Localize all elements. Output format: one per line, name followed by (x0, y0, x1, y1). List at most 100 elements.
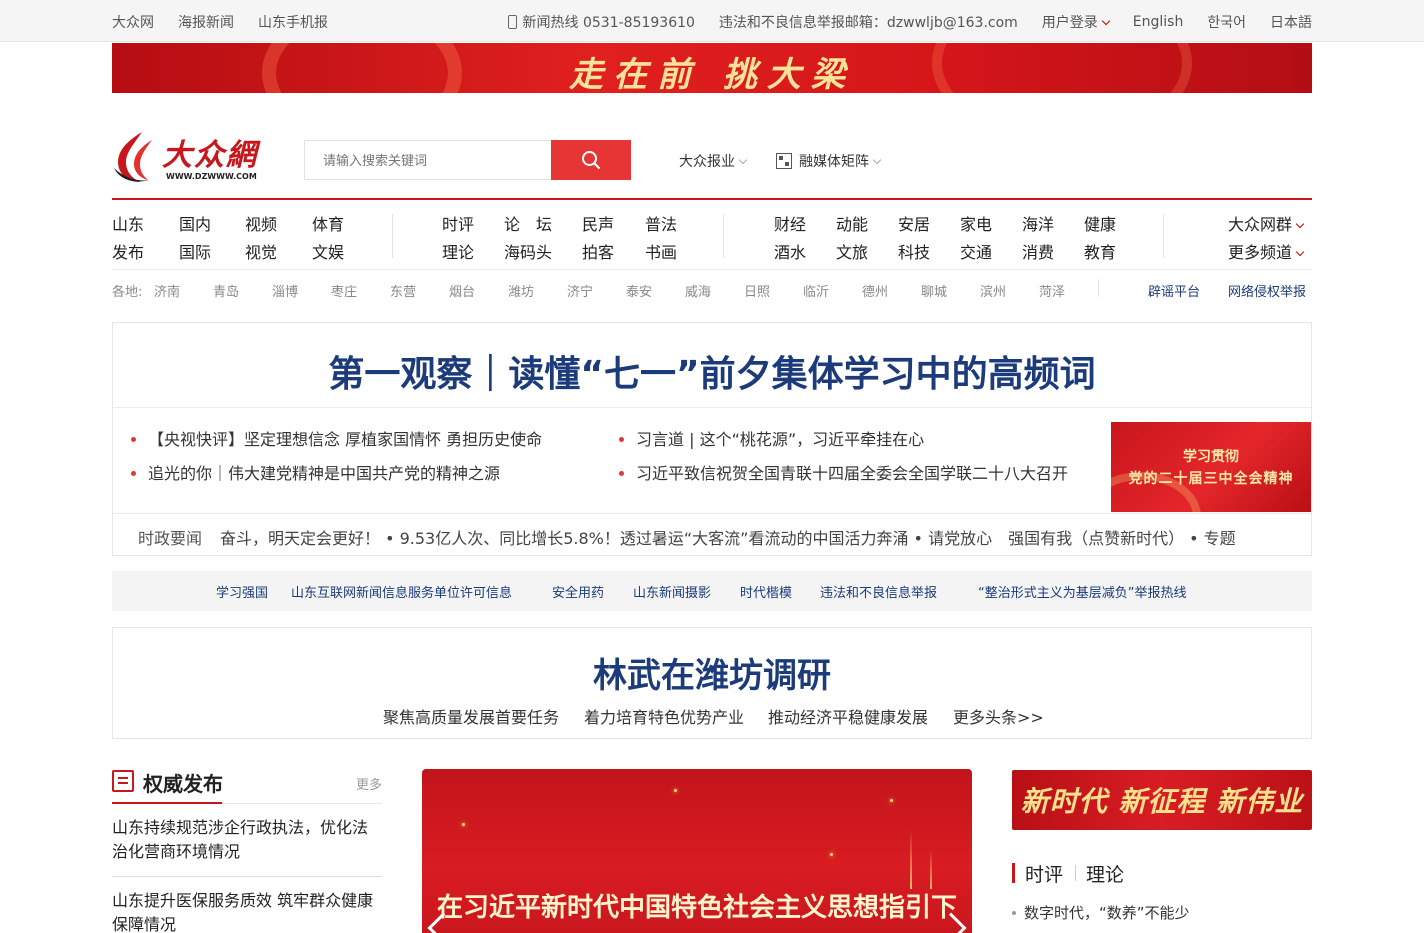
rumor-platform-link[interactable]: 辟谣平台 (1148, 281, 1200, 300)
region-dongying[interactable]: 东营 (390, 281, 416, 300)
region-yantai[interactable]: 烟台 (449, 281, 475, 300)
region-zaozhuang[interactable]: 枣庄 (331, 281, 357, 300)
tab-lilun[interactable]: 理论 (1086, 860, 1124, 887)
authority-title[interactable]: 权威发布 (143, 768, 223, 797)
nav-haiyang[interactable]: 海洋 (1022, 211, 1054, 235)
nav-dzw-group-label: 大众网群 (1228, 215, 1293, 234)
nav-anju[interactable]: 安居 (898, 211, 930, 235)
promo-line2: 党的二十届三中全会精神 (1128, 471, 1294, 487)
paper-menu[interactable]: 大众报业 (679, 151, 748, 171)
headline2-sub[interactable]: 聚焦高质量发展首要任务 (383, 704, 559, 728)
nav-jiadian[interactable]: 家电 (960, 211, 992, 235)
region-weihai[interactable]: 威海 (685, 281, 711, 300)
nav-luntan[interactable]: 论 坛 (504, 211, 552, 235)
top-link-mobile[interactable]: 山东手机报 (258, 12, 328, 32)
headline-item[interactable]: 习言道 | 这个“桃花源”，习近平牵挂在心 (619, 426, 924, 450)
authority-news-item[interactable]: 山东持续规范涉企行政执法，优化法治化营商环境情况 (112, 816, 382, 864)
nav-pufa[interactable]: 普法 (645, 211, 677, 235)
search-button[interactable] (551, 140, 631, 180)
nav-tiyu[interactable]: 体育 (312, 211, 344, 235)
nav-jiaotong[interactable]: 交通 (960, 239, 992, 263)
feature-carousel[interactable]: 在习近平新时代中国特色社会主义思想指引下 (422, 769, 972, 933)
region-liaocheng[interactable]: 聊城 (921, 281, 947, 300)
top-banner[interactable]: 走在前 挑大梁 (112, 43, 1312, 93)
new-era-banner[interactable]: 新时代 新征程 新伟业 (1012, 770, 1312, 830)
headline-item[interactable]: 【央视快评】坚定理想信念 厚植家国情怀 勇担历史使命 (131, 426, 542, 450)
commentary-news-item[interactable]: 数字时代，“数养”不能少 (1012, 902, 1190, 923)
search-icon (582, 151, 601, 170)
authority-news-item[interactable]: 山东提升医保服务质效 筑牢群众健康保障情况 (112, 889, 382, 933)
authority-more-link[interactable]: 更多 (356, 774, 382, 793)
headline-item[interactable]: 习近平致信祝贺全国青联十四届全委会全国学联二十八大召开 (619, 460, 1068, 484)
region-jinan[interactable]: 济南 (154, 281, 180, 300)
headline-item-text: 习近平致信祝贺全国青联十四届全委会全国学联二十八大召开 (636, 464, 1069, 483)
nav-wenyu[interactable]: 文娱 (312, 239, 344, 263)
headline2-sub[interactable]: 着力培育特色优势产业 (584, 704, 744, 728)
region-zibo[interactable]: 淄博 (272, 281, 298, 300)
study-promo-banner[interactable]: 学习贯彻 党的二十届三中全会精神 (1111, 422, 1311, 512)
nav-minsheng[interactable]: 民声 (582, 211, 614, 235)
nav-jiaoyu[interactable]: 教育 (1084, 239, 1116, 263)
region-linyi[interactable]: 临沂 (803, 281, 829, 300)
top-link-dzw[interactable]: 大众网 (112, 12, 154, 32)
nav-guoji[interactable]: 国际 (179, 239, 211, 263)
nav-shipin[interactable]: 视频 (245, 211, 277, 235)
tab-shiping[interactable]: 时评 (1025, 860, 1063, 887)
lang-japanese[interactable]: 日本語 (1270, 12, 1312, 32)
headline2-sub[interactable]: 推动经济平稳健康发展 (768, 704, 928, 728)
region-binzhou[interactable]: 滨州 (980, 281, 1006, 300)
nav-more-channels[interactable]: 更多频道 (1228, 239, 1305, 263)
strip-link-hotline[interactable]: “整治形式主义为基层减负”举报热线 (978, 582, 1186, 601)
strip-link-license[interactable]: 山东互联网新闻信息服务单位许可信息 (291, 582, 512, 601)
top-link-haibao[interactable]: 海报新闻 (178, 12, 234, 32)
more-headlines-link[interactable]: 更多头条>> (953, 704, 1044, 728)
nav-shandong[interactable]: 山东 (112, 211, 144, 235)
region-weifang[interactable]: 潍坊 (508, 281, 534, 300)
chevron-down-icon (872, 155, 882, 165)
bullet-dot (619, 437, 624, 442)
news-ticker[interactable]: 奋斗，明天定会更好！ • 9.53亿人次、同比增长5.8%！透过暑运“大客流”看… (220, 525, 1288, 549)
nav-shuhua[interactable]: 书画 (645, 239, 677, 263)
infringement-report-link[interactable]: 网络侵权举报 (1228, 281, 1306, 300)
region-dezhou[interactable]: 德州 (862, 281, 888, 300)
region-heze[interactable]: 菏泽 (1039, 281, 1065, 300)
nav-divider (392, 214, 393, 258)
nav-dongneng[interactable]: 动能 (836, 211, 868, 235)
chevron-down-icon (1295, 247, 1305, 257)
headline-title[interactable]: 第一观察｜读懂“七一”前夕集体学习中的高频词 (113, 345, 1311, 397)
nav-caijing[interactable]: 财经 (774, 211, 806, 235)
nav-shijue[interactable]: 视觉 (245, 239, 277, 263)
nav-jiushui[interactable]: 酒水 (774, 239, 806, 263)
strip-link-model[interactable]: 时代楷模 (740, 582, 792, 601)
nav-lilun[interactable]: 理论 (442, 239, 474, 263)
nav-paike[interactable]: 拍客 (582, 239, 614, 263)
site-logo[interactable]: 大众網 WWW.DZWWW.COM (112, 128, 262, 184)
region-jining[interactable]: 济宁 (567, 281, 593, 300)
region-qingdao[interactable]: 青岛 (213, 281, 239, 300)
strip-link-report[interactable]: 违法和不良信息举报 (820, 582, 937, 601)
login-menu[interactable]: 用户登录 (1042, 12, 1111, 32)
sparkle (830, 853, 833, 856)
sparkle (674, 789, 677, 792)
lang-korean[interactable]: 한국어 (1207, 12, 1246, 32)
nav-wenlv[interactable]: 文旅 (836, 239, 868, 263)
nav-keji[interactable]: 科技 (898, 239, 930, 263)
lang-english[interactable]: English (1133, 14, 1184, 30)
nav-haimatou[interactable]: 海码头 (504, 239, 552, 263)
nav-jiankang[interactable]: 健康 (1084, 211, 1116, 235)
nav-guonei[interactable]: 国内 (179, 211, 211, 235)
nav-xiaofei[interactable]: 消费 (1022, 239, 1054, 263)
nav-dzw-group[interactable]: 大众网群 (1228, 211, 1305, 235)
strip-link-photo[interactable]: 山东新闻摄影 (633, 582, 711, 601)
headline2-title[interactable]: 林武在潍坊调研 (113, 648, 1311, 697)
nav-shiping[interactable]: 时评 (442, 211, 474, 235)
search-input[interactable] (305, 141, 551, 179)
headline-item-text: 【央视快评】坚定理想信念 厚植家国情怀 勇担历史使命 (148, 430, 543, 449)
region-taian[interactable]: 泰安 (626, 281, 652, 300)
strip-link-drug-safety[interactable]: 安全用药 (552, 582, 604, 601)
region-rizhao[interactable]: 日照 (744, 281, 770, 300)
nav-fabu[interactable]: 发布 (112, 239, 144, 263)
strip-link-xuexi[interactable]: 学习强国 (216, 582, 268, 601)
headline-item[interactable]: 追光的你｜伟大建党精神是中国共产党的精神之源 (131, 460, 500, 484)
media-matrix-menu[interactable]: 融媒体矩阵 (776, 151, 882, 171)
